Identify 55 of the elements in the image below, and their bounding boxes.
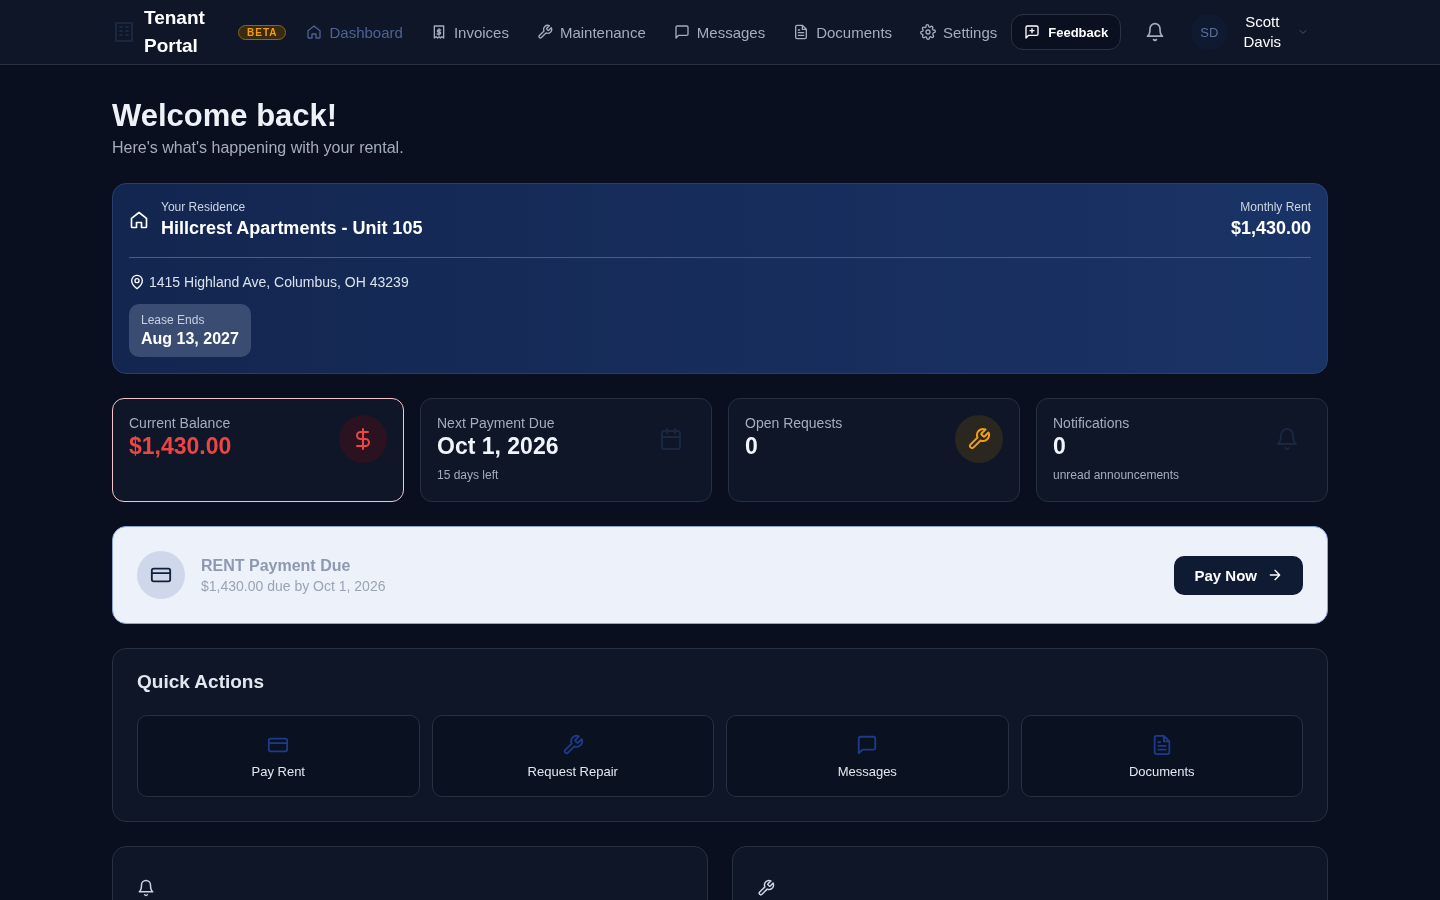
stat-value: Oct 1, 2026 xyxy=(437,433,559,460)
feedback-button[interactable]: Feedback xyxy=(1011,14,1122,50)
quick-action-button[interactable]: Request Repair xyxy=(431,715,714,797)
notifications-icon[interactable] xyxy=(1145,22,1166,42)
chat-icon xyxy=(856,733,879,756)
location-pin-icon xyxy=(129,274,145,290)
stat-label: Next Payment Due xyxy=(437,415,556,431)
calendar-icon xyxy=(659,427,683,451)
wrench-icon xyxy=(757,879,775,897)
address: 1415 Highland Ave, Columbus, OH 43239 xyxy=(149,274,409,290)
settings-icon xyxy=(920,24,937,40)
nav-link[interactable]: Maintenance xyxy=(522,23,660,41)
section-title: Quick Actions xyxy=(137,671,266,693)
home-icon xyxy=(129,209,149,230)
chat-icon xyxy=(673,24,690,40)
pay-now-button[interactable]: Pay Now xyxy=(1174,555,1303,595)
nav-link[interactable]: Messages xyxy=(659,23,780,41)
lease-label: Lease Ends xyxy=(141,313,206,327)
banner-title: RENT Payment Due xyxy=(201,556,352,575)
stat-value: 0 xyxy=(745,433,759,460)
nav-link[interactable]: Documents xyxy=(779,23,907,41)
quick-action-button[interactable]: Documents xyxy=(1020,715,1303,797)
bell-icon xyxy=(137,879,155,897)
wrench-icon xyxy=(561,733,584,756)
stat-note: unread announcements xyxy=(1053,468,1180,482)
nav-link[interactable]: Settings xyxy=(906,23,1012,41)
stat-label: Notifications xyxy=(1053,415,1131,431)
lease-end-date: Aug 13, 2027 xyxy=(141,330,239,348)
stat-label: Open Requests xyxy=(745,415,843,431)
avatar: SD xyxy=(1191,14,1228,50)
stat-label: Current Balance xyxy=(129,415,232,431)
welcome-title: Welcome back! xyxy=(112,97,339,135)
stat-note: 15 days left xyxy=(437,468,500,482)
user-menu[interactable]: SD Scott Davis xyxy=(1191,12,1310,52)
residence-label: Your Residence xyxy=(161,200,247,214)
wrench-icon xyxy=(967,427,991,451)
document-icon xyxy=(793,24,810,40)
banner-detail: $1,430.00 due by Oct 1, 2026 xyxy=(201,577,387,594)
building-icon xyxy=(112,20,136,44)
home-icon xyxy=(306,24,323,40)
chat-plus-icon xyxy=(1024,24,1041,40)
wrench-icon xyxy=(536,24,553,40)
residence-name: Hillcrest Apartments - Unit 105 xyxy=(161,218,424,239)
rent-amount: $1,430.00 xyxy=(1230,218,1311,239)
rent-label: Monthly Rent xyxy=(1240,200,1311,214)
beta-badge: BETA xyxy=(238,24,287,40)
stat-value: $1,430.00 xyxy=(129,433,232,460)
nav-link[interactable]: Invoices xyxy=(416,23,523,41)
bell-icon xyxy=(1275,427,1299,451)
app-title: Tenant Portal xyxy=(144,6,206,58)
welcome-subtitle: Here's what's happening with your rental. xyxy=(112,139,405,157)
arrow-right-icon xyxy=(1267,567,1283,583)
quick-action-button[interactable]: Messages xyxy=(726,715,1009,797)
stat-value: 0 xyxy=(1053,433,1067,460)
quick-action-button[interactable]: Pay Rent xyxy=(137,715,420,797)
